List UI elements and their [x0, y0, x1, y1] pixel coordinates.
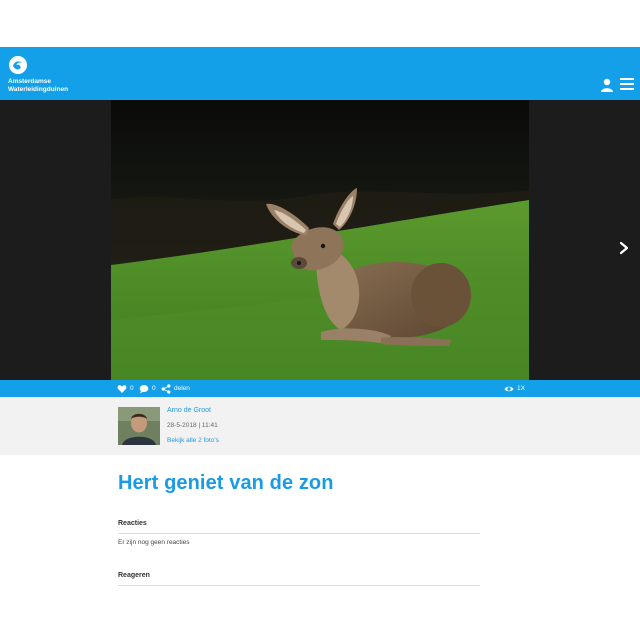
- post-date: 28-5-2018 | 11:41: [167, 422, 218, 429]
- brand-line-2: Waterleidingduinen: [8, 86, 69, 93]
- logo-icon: [9, 56, 27, 74]
- view-all-photos-link[interactable]: Bekijk alle 2 foto's: [167, 437, 219, 444]
- site-header: Amsterdamse Waterleidingduinen: [0, 47, 640, 100]
- photo-action-bar: 0 0 delen 1X: [0, 380, 640, 397]
- respond-divider: [118, 585, 480, 586]
- comment-icon: [139, 384, 149, 393]
- deer-photo[interactable]: [111, 100, 529, 380]
- menu-icon[interactable]: [619, 76, 635, 92]
- view-count: 1X: [517, 385, 525, 392]
- share-label: delen: [174, 385, 190, 392]
- heart-icon: [117, 384, 127, 393]
- post-title: Hert geniet van de zon: [118, 472, 334, 494]
- comment-count: 0: [152, 385, 156, 392]
- like-count: 0: [130, 385, 134, 392]
- author-info: Arno de Groot 28-5-2018 | 11:41 Bekijk a…: [0, 397, 640, 455]
- share-action[interactable]: delen: [161, 383, 190, 394]
- author-avatar[interactable]: [118, 407, 160, 445]
- views-indicator: 1X: [504, 383, 525, 394]
- reactions-divider: [118, 533, 480, 534]
- respond-heading: Reageren: [118, 572, 150, 579]
- share-icon: [161, 383, 171, 394]
- eye-icon: [504, 386, 514, 391]
- no-reactions-text: Er zijn nog geen reacties: [118, 539, 190, 546]
- author-avatar-image: [118, 407, 160, 445]
- author-name[interactable]: Arno de Groot: [167, 407, 211, 414]
- next-arrow-icon[interactable]: [618, 241, 630, 255]
- deer-photo-image: [111, 100, 529, 380]
- like-action[interactable]: 0: [117, 383, 134, 394]
- brand-line-1: Amsterdamse: [8, 78, 51, 85]
- reactions-heading: Reacties: [118, 520, 147, 527]
- user-icon[interactable]: [600, 78, 614, 92]
- photo-viewer: [0, 100, 640, 380]
- comment-action[interactable]: 0: [139, 383, 156, 394]
- site-logo[interactable]: Amsterdamse Waterleidingduinen: [8, 55, 68, 94]
